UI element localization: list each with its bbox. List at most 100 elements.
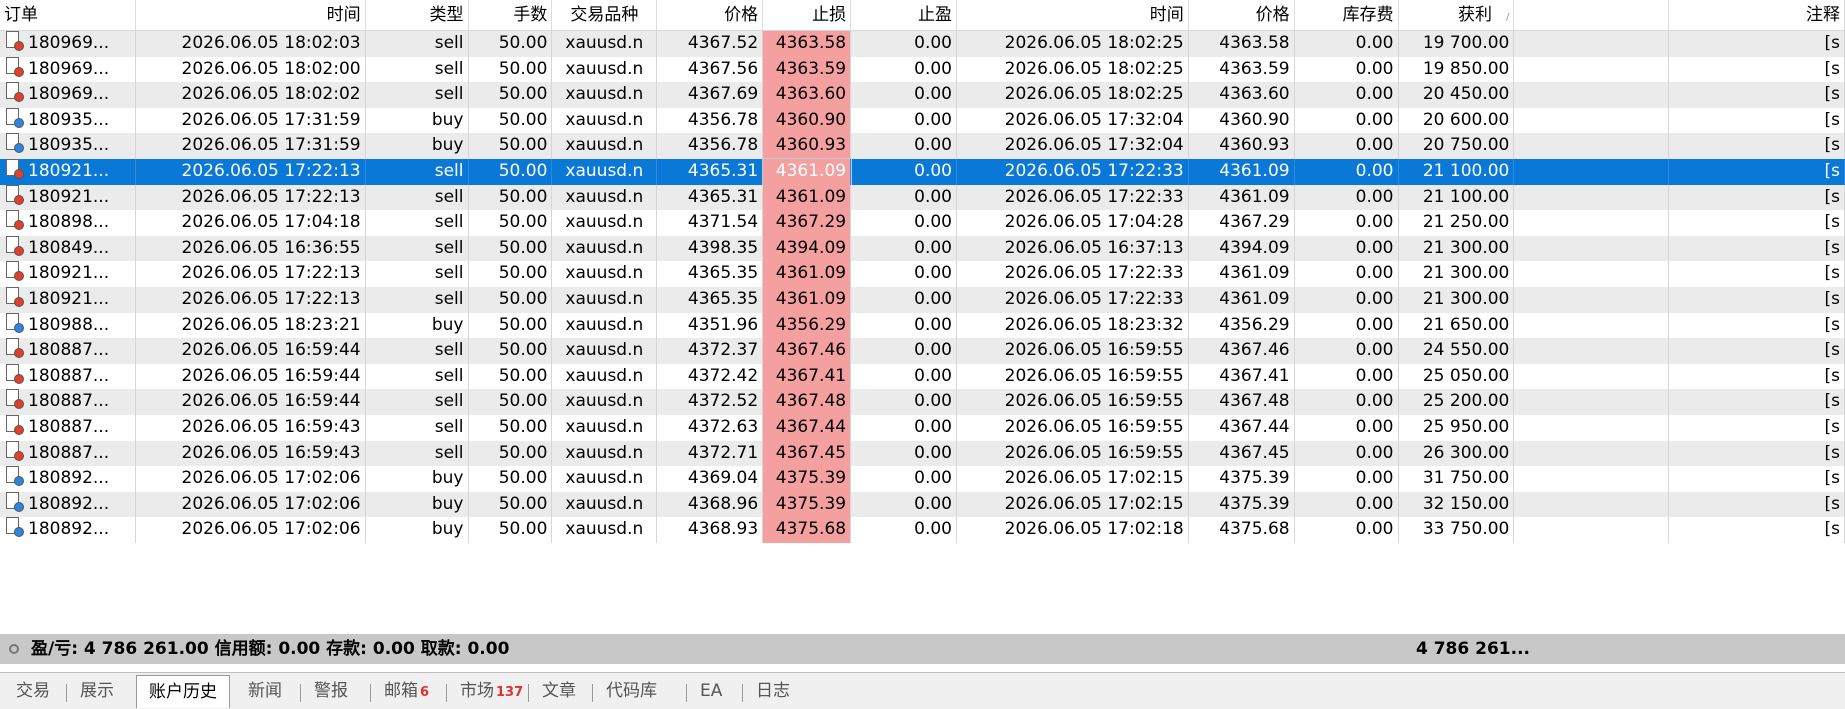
table-row[interactable]: 180887... 2026.06.05 16:59:44 sell 50.00 xau…	[0, 389, 1845, 415]
cell-close-price: 4361.09	[1189, 261, 1295, 287]
tab-label: 警报	[314, 681, 348, 701]
cell-price: 4398.35	[657, 235, 764, 262]
table-row[interactable]: 180969... 2026.06.05 18:02:00 sell 50.00 xau…	[0, 56, 1845, 83]
cell-type: buy	[366, 517, 469, 543]
table-row[interactable]: 180892... 2026.06.05 17:02:06 buy 50.00 xauu…	[0, 466, 1845, 492]
tab-5[interactable]: 邮箱 6	[372, 677, 441, 705]
cell-comment: [s	[1669, 235, 1845, 262]
table-row[interactable]: 180988... 2026.06.05 18:23:21 buy 50.00 xauu…	[0, 312, 1845, 339]
cell-profit: 26 300.00	[1399, 440, 1515, 467]
header-col-stop-loss[interactable]: 止损	[763, 0, 852, 30]
tab-4[interactable]: 警报	[302, 677, 360, 705]
cell-price: 4367.52	[657, 31, 764, 57]
cell-volume: 50.00	[469, 517, 553, 543]
cell-symbol: xauusd.n	[552, 312, 658, 339]
tab-9[interactable]: EA	[688, 677, 734, 705]
table-row[interactable]: 180921... 2026.06.05 17:22:13 sell 50.00 xau…	[0, 184, 1845, 211]
cell-close-time: 2026.06.05 17:02:15	[957, 466, 1189, 492]
table-row[interactable]: 180887... 2026.06.05 16:59:44 sell 50.00 xau…	[0, 363, 1845, 390]
header-col-symbol[interactable]: 交易品种	[552, 0, 658, 30]
table-row[interactable]: 180887... 2026.06.05 16:59:44 sell 50.00 xau…	[0, 338, 1845, 364]
cell-profit: 21 250.00	[1399, 210, 1515, 236]
cell-swap: 0.00	[1295, 440, 1399, 467]
cell-comment: [s	[1669, 261, 1845, 287]
sell-order-icon	[4, 210, 24, 231]
cell-profit: 25 950.00	[1399, 415, 1515, 441]
sell-order-icon	[4, 440, 24, 462]
header-col-close-time[interactable]: 时间	[957, 0, 1189, 30]
header-col-price[interactable]: 价格	[657, 0, 764, 30]
cell-blank	[1514, 107, 1670, 134]
cell-blank	[1514, 466, 1670, 492]
header-col-type[interactable]: 类型	[366, 0, 469, 30]
header-col-volume[interactable]: 手数	[469, 0, 553, 30]
cell-symbol: xauusd.n	[552, 184, 658, 211]
cell-sl: 4356.29	[763, 312, 852, 339]
header-col-close-price[interactable]: 价格	[1189, 0, 1295, 30]
table-row[interactable]: 180935... 2026.06.05 17:31:59 buy 50.00 xauu…	[0, 107, 1845, 134]
buy-order-icon	[4, 107, 24, 129]
cell-open-time: 2026.06.05 17:22:13	[136, 287, 366, 313]
tab-7[interactable]: 文章	[530, 677, 588, 705]
cell-close-price: 4360.93	[1189, 133, 1295, 159]
cell-tp: 0.00	[851, 107, 957, 134]
tab-8[interactable]: 代码库	[594, 677, 669, 705]
cell-symbol: xauusd.n	[552, 389, 658, 415]
tab-1[interactable]: 展示	[68, 677, 126, 705]
cell-comment: [s	[1669, 415, 1845, 441]
cell-volume: 50.00	[469, 159, 553, 185]
table-row[interactable]: 180969... 2026.06.05 18:02:02 sell 50.00 xau…	[0, 82, 1845, 108]
sell-order-icon	[4, 159, 24, 180]
header-col-profit[interactable]: 获利 /	[1399, 0, 1515, 30]
cell-volume: 50.00	[469, 56, 553, 83]
cell-symbol: xauusd.n	[552, 107, 658, 134]
cell-symbol: xauusd.n	[552, 466, 658, 492]
summary-bar: 盈/亏: 4 786 261.00 信用额: 0.00 存款: 0.00 取款:…	[0, 634, 1845, 664]
table-row[interactable]: 180935... 2026.06.05 17:31:59 buy 50.00 xauu…	[0, 133, 1845, 159]
cell-sl: 4367.46	[763, 338, 852, 364]
header-col-comment[interactable]: 注释	[1669, 0, 1845, 30]
table-row[interactable]: 180892... 2026.06.05 17:02:06 buy 50.00 xauu…	[0, 491, 1845, 518]
cell-tp: 0.00	[851, 82, 957, 108]
header-col-open-time[interactable]: 时间	[136, 0, 366, 30]
cell-tp: 0.00	[851, 312, 957, 339]
cell-price: 4365.35	[657, 287, 764, 313]
cell-price: 4367.56	[657, 56, 764, 83]
cell-close-time: 2026.06.05 17:32:04	[957, 133, 1189, 159]
table-row[interactable]: 180849... 2026.06.05 16:36:55 sell 50.00 xau…	[0, 235, 1845, 262]
tab-0[interactable]: 交易	[4, 677, 62, 705]
sort-arrow-icon: /	[1506, 12, 1510, 23]
table-row[interactable]: 180969... 2026.06.05 18:02:03 sell 50.00 xau…	[0, 31, 1845, 57]
table-row[interactable]: 180887... 2026.06.05 16:59:43 sell 50.00 xau…	[0, 415, 1845, 441]
cell-volume: 50.00	[469, 415, 553, 441]
tab-separator	[66, 684, 67, 702]
table-row[interactable]: 180898... 2026.06.05 17:04:18 sell 50.00 xau…	[0, 210, 1845, 236]
order-id: 180887...	[28, 365, 110, 386]
table-row[interactable]: 180921... 2026.06.05 17:22:13 sell 50.00 xau…	[0, 261, 1845, 287]
table-row[interactable]: 180921... 2026.06.05 17:22:13 sell 50.00 xau…	[0, 287, 1845, 313]
header-col-take-profit[interactable]: 止盈	[851, 0, 957, 30]
cell-comment: [s	[1669, 338, 1845, 364]
cell-type: buy	[366, 107, 469, 134]
tab-separator	[370, 684, 371, 702]
cell-volume: 50.00	[469, 312, 553, 339]
cell-type: sell	[366, 31, 469, 57]
tab-6[interactable]: 市场 137	[448, 677, 535, 705]
cell-symbol: xauusd.n	[552, 133, 658, 159]
cell-type: sell	[366, 440, 469, 467]
tab-label: 市场	[460, 681, 494, 701]
header-col-order[interactable]: 订单	[0, 0, 136, 30]
tab-badge: 6	[420, 685, 430, 700]
tab-10[interactable]: 日志	[744, 677, 802, 705]
cell-order: 180969...	[0, 56, 136, 83]
table-row[interactable]: 180892... 2026.06.05 17:02:06 buy 50.00 xauu…	[0, 517, 1845, 543]
cell-open-time: 2026.06.05 16:59:44	[136, 363, 366, 390]
tab-3[interactable]: 新闻	[236, 677, 294, 705]
header-col-swap[interactable]: 库存费	[1295, 0, 1399, 30]
header-col-blank[interactable]	[1514, 0, 1670, 30]
table-row[interactable]: 180887... 2026.06.05 16:59:43 sell 50.00 xau…	[0, 440, 1845, 467]
tab-2[interactable]: 账户历史	[136, 675, 230, 708]
table-row[interactable]: 180921... 2026.06.05 17:22:13 sell 50.00 xau…	[0, 158, 1845, 186]
cell-type: sell	[366, 159, 469, 185]
cell-symbol: xauusd.n	[552, 82, 658, 108]
